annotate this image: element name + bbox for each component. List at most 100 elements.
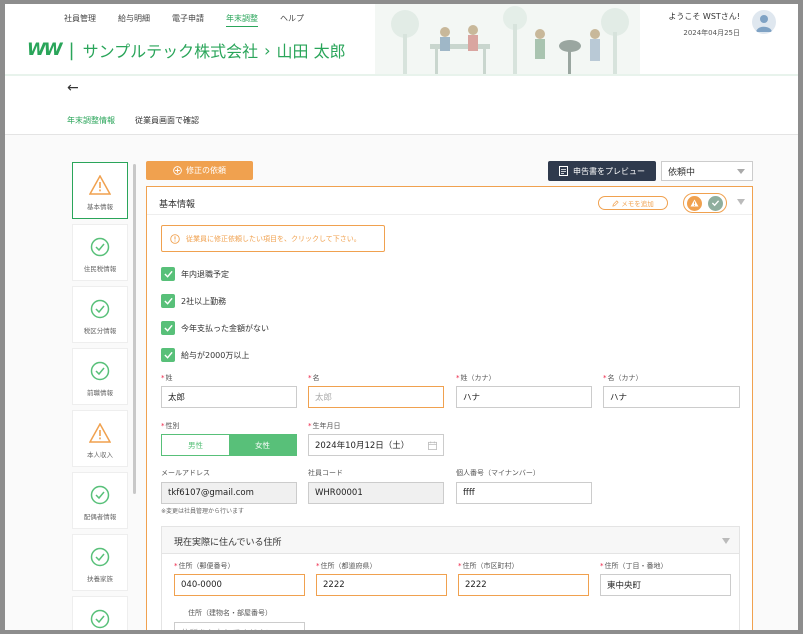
nav-item-employees[interactable]: 社員管理 xyxy=(64,13,96,27)
checkbox-label: 2社以上勤務 xyxy=(181,296,227,306)
nav-item-e-application[interactable]: 電子申請 xyxy=(172,13,204,27)
chevron-down-icon xyxy=(737,169,745,174)
fix-request-label: 修正の依頼 xyxy=(186,166,226,175)
sidebar-item-label: 本人収入 xyxy=(87,451,113,459)
address-collapse-chevron-icon[interactable] xyxy=(722,538,730,544)
notice-text: 従業員に修正依頼したい項目を、クリックして下さい。 xyxy=(186,234,361,243)
gender-option-male[interactable]: 男性 xyxy=(162,435,229,455)
birthday-label: *生年月日 xyxy=(308,422,341,430)
avatar[interactable] xyxy=(752,10,776,34)
address-section: 現在実際に住んでいる住所 *住所（郵便番号） 040-0000 *住所（都道府県… xyxy=(161,526,740,630)
sidebar-item-spouse[interactable]: 配偶者情報 xyxy=(72,472,128,529)
check-circle-icon xyxy=(90,609,110,629)
sidebar-item-label: 基本情報 xyxy=(87,203,113,211)
checkbox-checked-icon xyxy=(161,294,175,308)
building-input[interactable]: 住所を入力してください xyxy=(174,622,305,630)
checkbox-label: 給与が2000万以上 xyxy=(181,350,250,360)
checkbox-checked-icon xyxy=(161,321,175,335)
sidebar-item-basic-info[interactable]: 基本情報 xyxy=(72,162,128,219)
preview-button[interactable]: 申告書をプレビュー xyxy=(548,161,656,181)
user-greeting: ようこそ WSTさん! 2024年04月25日 xyxy=(668,11,740,38)
checkbox-no-payment[interactable]: 今年支払った金額がない xyxy=(161,321,269,335)
company-logo: WW xyxy=(27,40,62,60)
city-input[interactable]: 2222 xyxy=(458,574,589,596)
collapse-chevron-icon[interactable] xyxy=(737,199,745,205)
first-kana-input[interactable]: ハナ xyxy=(603,386,740,408)
last-name-input[interactable]: 太郎 xyxy=(161,386,297,408)
checkbox-high-salary[interactable]: 給与が2000万以上 xyxy=(161,348,249,362)
sidebar-item-more[interactable] xyxy=(72,596,128,630)
preview-label: 申告書をプレビュー xyxy=(573,166,645,176)
prefecture-label: *住所（都道府県） xyxy=(316,562,377,570)
add-memo-button[interactable]: メモを追加 xyxy=(598,196,668,210)
employee-management-note: ※変更は社員管理から行います xyxy=(161,508,245,515)
sidebar-item-label: 前職情報 xyxy=(87,389,113,397)
status-value: 依頼中 xyxy=(668,167,696,178)
postal-label: *住所（郵便番号） xyxy=(174,562,235,570)
postal-input[interactable]: 040-0000 xyxy=(174,574,305,596)
sidebar-item-resident-tax[interactable]: 住民税情報 xyxy=(72,224,128,281)
checkbox-retire[interactable]: 年内退職予定 xyxy=(161,267,229,281)
nav-item-payslip[interactable]: 給与明細 xyxy=(118,13,150,27)
user-icon xyxy=(756,15,772,32)
pencil-icon xyxy=(612,199,619,207)
header: 社員管理 給与明細 電子申請 年末調整 ヘルプ WW | サンプルテック株式会社… xyxy=(5,4,798,76)
gender-option-female[interactable]: 女性 xyxy=(229,435,296,455)
check-icon xyxy=(708,195,723,211)
checkbox-checked-icon xyxy=(161,267,175,281)
sidebar-item-previous-job[interactable]: 前職情報 xyxy=(72,348,128,405)
check-circle-icon xyxy=(90,237,110,257)
address-section-title: 現在実際に住んでいる住所 xyxy=(162,527,739,554)
app-window: 社員管理 給与明細 電子申請 年末調整 ヘルプ WW | サンプルテック株式会社… xyxy=(5,4,798,630)
company-name[interactable]: サンプルテック株式会社 xyxy=(83,38,259,62)
check-circle-icon xyxy=(90,361,110,381)
first-name-label: *名 xyxy=(308,374,320,382)
breadcrumb-separator: › xyxy=(264,40,271,60)
notice-banner: 従業員に修正依頼したい項目を、クリックして下さい。 xyxy=(161,225,385,252)
sidebar-item-tax-category[interactable]: 税区分情報 xyxy=(72,286,128,343)
checkbox-two-companies[interactable]: 2社以上勤務 xyxy=(161,294,226,308)
gender-selector: 男性 女性 xyxy=(161,434,297,456)
check-circle-icon xyxy=(90,547,110,567)
nav-item-year-end[interactable]: 年末調整 xyxy=(226,13,258,27)
my-number-label: 個人番号（マイナンバー） xyxy=(456,469,540,477)
first-name-input[interactable]: 太郎 xyxy=(308,386,444,408)
back-arrow-icon[interactable]: ← xyxy=(67,80,79,96)
basic-info-card: 基本情報 メモを追加 従業員に修正依頼したい項目を、クリックして下さい。 年内退… xyxy=(146,186,753,630)
welcome-text: ようこそ WSTさん! xyxy=(668,12,740,21)
employee-code-label: 社員コード xyxy=(308,469,343,477)
status-select[interactable]: 依頼中 xyxy=(661,161,753,181)
last-kana-input[interactable]: ハナ xyxy=(456,386,592,408)
last-kana-label: *姓（カナ） xyxy=(456,374,496,382)
email-label: メールアドレス xyxy=(161,469,210,477)
checkbox-label: 今年支払った金額がない xyxy=(181,323,269,333)
card-divider xyxy=(147,214,752,215)
header-illustration xyxy=(375,4,640,74)
birthday-input[interactable]: 2024年10月12日（土） xyxy=(308,434,444,456)
warning-icon xyxy=(88,174,112,195)
checkbox-checked-icon xyxy=(161,348,175,362)
sidebar-scrollbar[interactable] xyxy=(133,164,136,494)
status-toggle[interactable] xyxy=(683,193,727,213)
nav-item-help[interactable]: ヘルプ xyxy=(280,13,304,27)
brand-divider: | xyxy=(68,39,75,61)
tab-year-end-info[interactable]: 年末調整情報 xyxy=(67,115,115,136)
warning-icon xyxy=(88,422,112,443)
street-input[interactable]: 東中央町 xyxy=(600,574,731,596)
prefecture-input[interactable]: 2222 xyxy=(316,574,447,596)
sidebar-item-label: 配偶者情報 xyxy=(83,513,117,521)
warning-icon xyxy=(687,195,702,211)
current-date: 2024年04月25日 xyxy=(683,29,740,37)
fix-request-button[interactable]: 修正の依頼 xyxy=(146,161,253,180)
check-circle-icon xyxy=(90,299,110,319)
sidebar-item-own-income[interactable]: 本人収入 xyxy=(72,410,128,467)
first-kana-label: *名（カナ） xyxy=(603,374,643,382)
building-label: 住所（建物名・部屋番号） xyxy=(188,609,272,617)
tab-employee-view[interactable]: 従業員画面で確認 xyxy=(135,115,199,136)
sidebar-item-dependents[interactable]: 扶養家族 xyxy=(72,534,128,591)
my-number-input[interactable]: ffff xyxy=(456,482,592,504)
last-name-label: *姓 xyxy=(161,374,173,382)
plus-circle-icon xyxy=(173,166,182,175)
info-circle-icon xyxy=(170,233,180,244)
section-sidebar: 基本情報 住民税情報 税区分情報 前職情報 本人収入 配偶者情報 扶養家族 xyxy=(72,162,128,630)
